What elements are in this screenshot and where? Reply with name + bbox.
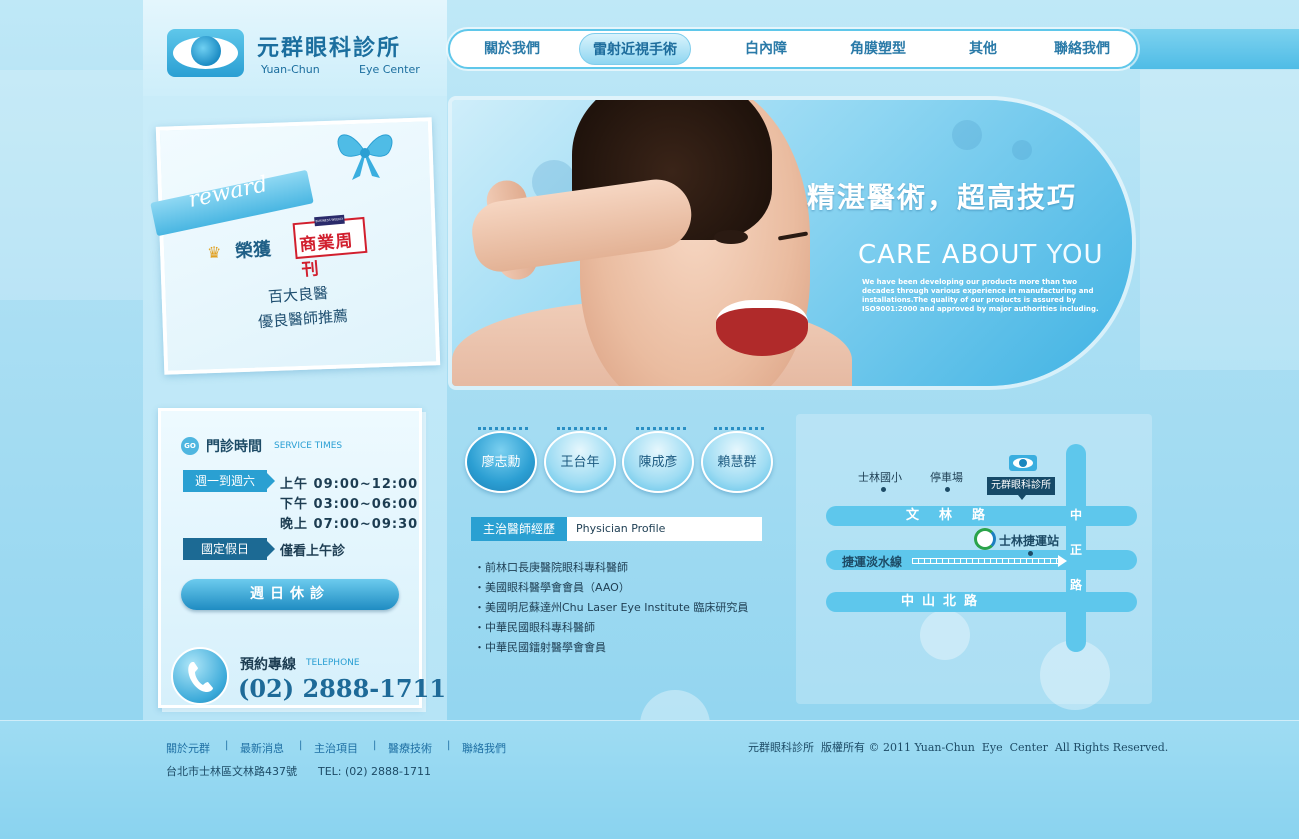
profile-item: ・美國眼科醫學會會員（AAO） bbox=[474, 581, 630, 594]
phone-number[interactable]: (02) 2888-1711 bbox=[238, 674, 446, 703]
profile-tab: 主治醫師經歷 bbox=[471, 517, 567, 541]
hero-description: We have been developing our products mor… bbox=[862, 278, 1099, 313]
time-afternoon: 下午 03:00~06:00 bbox=[280, 497, 419, 512]
hero-care-text: CARE ABOUT bbox=[858, 240, 1038, 270]
map-label-mrt-line: 捷運淡水線 bbox=[842, 555, 903, 569]
ribbon-bow-icon bbox=[337, 134, 393, 180]
footer-separator: | bbox=[447, 740, 451, 751]
magazine-name: 商業周刊 bbox=[298, 231, 355, 281]
phone-subtitle: TELEPHONE bbox=[306, 658, 360, 668]
main-nav: 關於我們 雷射近視手術 白內障 角膜塑型 其他 聯絡我們 bbox=[448, 29, 1138, 69]
nav-item-other[interactable]: 其他 bbox=[940, 31, 1026, 67]
footer-separator: | bbox=[225, 740, 229, 751]
map-label-school: 士林國小 bbox=[858, 471, 902, 484]
footer-link-services[interactable]: 主治項目 bbox=[314, 740, 358, 756]
map-marker-school bbox=[881, 487, 886, 492]
footer-link-technology[interactable]: 醫療技術 bbox=[388, 740, 432, 756]
time-evening: 晚上 07:00~09:30 bbox=[280, 517, 419, 532]
hero-bubble bbox=[952, 120, 982, 150]
footer-copyright: 元群眼科診所 版權所有 © 2011 Yuan-Chun Eye Center … bbox=[748, 741, 1169, 754]
road-zhongzheng-label: 中 bbox=[1070, 508, 1083, 522]
road-zhongshan: 中山北路 bbox=[826, 592, 1137, 612]
logo-panel[interactable]: 元群眼科診所 Yuan-Chun Eye Center bbox=[143, 0, 447, 96]
map-label-mrt-station: 士林捷運站 bbox=[999, 534, 1060, 548]
doctor-tab-wang[interactable]: 王台年 bbox=[544, 431, 616, 493]
bg-pane-left bbox=[0, 70, 143, 300]
arrow-right-icon bbox=[1058, 555, 1067, 567]
road-zhongzheng-label: 正 bbox=[1070, 543, 1083, 557]
footer-address: 台北市士林區文林路437號 TEL: (02) 2888-1711 bbox=[166, 765, 432, 778]
nav-item-ortho-k[interactable]: 角膜塑型 bbox=[830, 31, 926, 67]
logo-title: 元群眼科診所 bbox=[257, 36, 402, 61]
holiday-tag: 國定假日 bbox=[183, 538, 275, 560]
hero-bubble bbox=[1012, 140, 1032, 160]
road-zhongzheng: 中 正 路 bbox=[1066, 444, 1086, 652]
magazine-masthead: BUSINESS WEEKLY bbox=[314, 214, 345, 227]
weekday-tag: 週一到週六 bbox=[183, 470, 275, 492]
clinic-eye-icon bbox=[1009, 455, 1037, 471]
nav-item-contact[interactable]: 聯絡我們 bbox=[1034, 31, 1130, 67]
road-wenlin-label: 文林路 bbox=[906, 508, 1006, 523]
road-zhongshan-label: 中山北路 bbox=[901, 594, 986, 609]
profile-item: ・中華民國鐳射醫學會會員 bbox=[474, 641, 606, 654]
footer-separator: | bbox=[373, 740, 377, 751]
doctor-tab-lai[interactable]: 賴慧群 bbox=[701, 431, 773, 493]
doctor-tab-chen[interactable]: 陳成彥 bbox=[622, 431, 694, 493]
telephone-icon bbox=[171, 647, 229, 705]
nav-item-cataract[interactable]: 白內障 bbox=[718, 31, 814, 67]
nav-strip bbox=[1130, 29, 1299, 69]
footer-link-news[interactable]: 最新消息 bbox=[240, 740, 284, 756]
hero-mouth bbox=[716, 300, 808, 356]
doctor-tab-liao[interactable]: 廖志勳 bbox=[465, 431, 537, 493]
service-title: 門診時間 bbox=[206, 439, 262, 455]
profile-item: ・前林口長庚醫院眼科專科醫師 bbox=[474, 561, 628, 574]
logo-subtitle-right: Eye Center bbox=[359, 63, 420, 76]
map-label-parking: 停車場 bbox=[930, 471, 963, 484]
business-weekly-badge: BUSINESS WEEKLY 商業周刊 bbox=[292, 214, 368, 281]
map-marker-mrt bbox=[1028, 551, 1033, 556]
mrt-logo-icon bbox=[974, 528, 996, 550]
hero-title: 精湛醫術，超高技巧 bbox=[807, 181, 1078, 214]
time-morning: 上午 09:00~12:00 bbox=[280, 477, 419, 492]
holiday-text: 僅看上午診 bbox=[280, 544, 346, 559]
page: 元群眼科診所 Yuan-Chun Eye Center 關於我們 雷射近視手術 … bbox=[0, 0, 1299, 839]
road-zhongzheng-label: 路 bbox=[1070, 578, 1083, 592]
hero-you-text: YOU bbox=[1046, 240, 1104, 270]
service-subtitle: SERVICE TIMES bbox=[274, 441, 343, 451]
mrt-track bbox=[912, 558, 1062, 564]
footer-link-contact[interactable]: 聯絡我們 bbox=[462, 740, 506, 756]
nav-item-lasik[interactable]: 雷射近視手術 bbox=[579, 33, 691, 65]
hero-eye-open bbox=[714, 230, 748, 244]
profile-item: ・中華民國眼科專科醫師 bbox=[474, 621, 595, 634]
phone-label: 預約專線 bbox=[240, 657, 296, 673]
map-marker-parking bbox=[945, 487, 950, 492]
hero-care-about: CARE ABOUT YOU bbox=[858, 240, 1103, 270]
logo-subtitle-left: Yuan-Chun bbox=[261, 63, 320, 76]
nav-item-about[interactable]: 關於我們 bbox=[464, 31, 560, 67]
honor-text: 榮獲 bbox=[234, 238, 272, 263]
map-label-clinic: 元群眼科診所 bbox=[987, 477, 1055, 500]
reward-line-1: 百大良醫 bbox=[267, 283, 329, 307]
eye-logo-icon bbox=[167, 29, 244, 77]
trophy-icon: ♛ bbox=[207, 243, 222, 262]
sunday-closed-button[interactable]: 週日休診 bbox=[181, 579, 399, 610]
profile-item: ・美國明尼蘇達州Chu Laser Eye Institute 臨床研究員 bbox=[474, 601, 749, 614]
footer bbox=[0, 720, 1299, 839]
road-wenlin: 文林路 bbox=[826, 506, 1137, 526]
go-icon: GO bbox=[181, 437, 199, 455]
profile-tab-english: Physician Profile bbox=[567, 517, 762, 541]
footer-separator: | bbox=[299, 740, 303, 751]
bg-pane-right bbox=[1140, 70, 1299, 370]
footer-link-about[interactable]: 關於元群 bbox=[166, 740, 210, 756]
hero-banner[interactable]: 精湛醫術，超高技巧 CARE ABOUT YOU We have been de… bbox=[452, 100, 1132, 386]
